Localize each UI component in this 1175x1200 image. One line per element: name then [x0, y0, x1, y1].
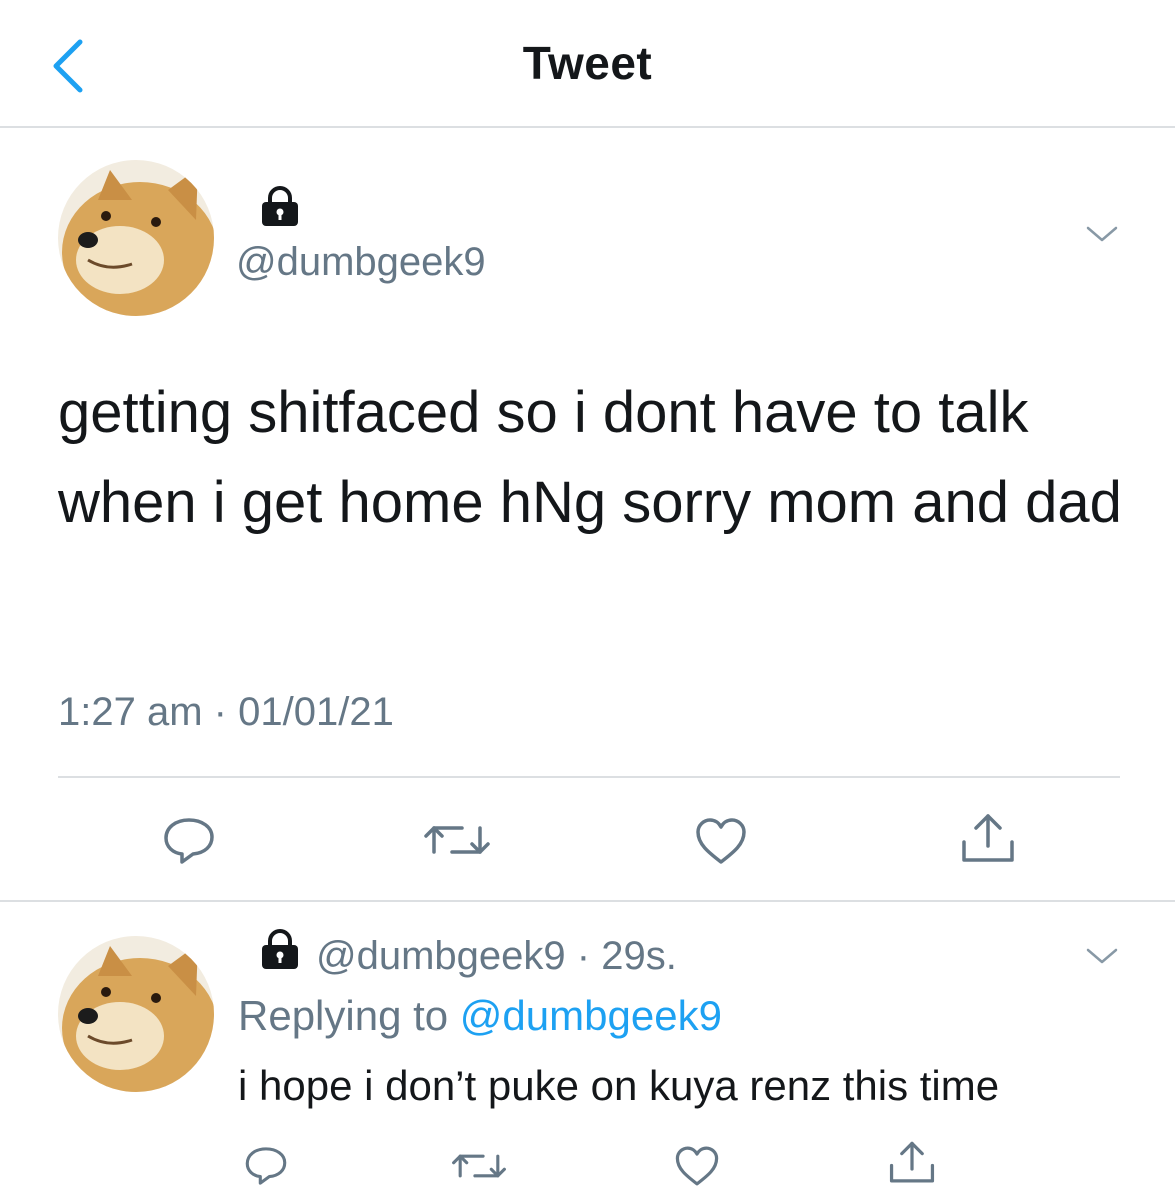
replying-to-label: Replying to	[238, 992, 449, 1039]
tweet-timestamp: 1:27 am · 01/01/21	[58, 690, 394, 735]
retweet-icon	[452, 1154, 506, 1178]
like-icon	[675, 1146, 719, 1186]
share-button[interactable]	[888, 1140, 936, 1191]
meta-separator: ·	[576, 934, 591, 978]
reply-age: 29s.	[601, 934, 677, 978]
tweet-options-button[interactable]	[1084, 944, 1120, 973]
like-button[interactable]	[674, 1144, 720, 1193]
replying-to-mention-link[interactable]: @dumbgeek9	[460, 992, 722, 1039]
doge-avatar-image	[58, 160, 214, 316]
avatar[interactable]	[58, 160, 214, 316]
page-title: Tweet	[522, 37, 653, 89]
tweet-options-button[interactable]	[1084, 222, 1120, 251]
share-icon	[889, 1141, 935, 1183]
tweet-time: 1:27 am	[58, 690, 203, 734]
avatar[interactable]	[58, 936, 214, 1092]
share-icon	[962, 814, 1014, 862]
divider	[58, 776, 1120, 778]
protected-account-lock-icon	[258, 929, 302, 979]
retweet-button[interactable]	[452, 1148, 506, 1189]
retweet-icon	[424, 826, 490, 854]
reply-author-line: @dumbgeek9 · 29s.	[258, 929, 677, 979]
reply-button[interactable]	[162, 816, 216, 871]
retweet-button[interactable]	[424, 818, 490, 867]
share-button[interactable]	[960, 812, 1016, 871]
reply-icon	[164, 818, 214, 864]
like-button[interactable]	[694, 816, 748, 871]
reply-button[interactable]	[244, 1144, 288, 1193]
reply-icon	[245, 1147, 287, 1185]
chevron-down-icon	[1086, 948, 1118, 964]
doge-avatar-image	[58, 936, 214, 1092]
tweet-date: 01/01/21	[238, 690, 394, 734]
like-icon	[696, 818, 746, 864]
replying-to-line: Replying to @dumbgeek9	[238, 992, 722, 1040]
divider	[0, 900, 1175, 902]
meta-separator: ·	[213, 690, 227, 734]
tweet-text: getting shitfaced so i dont have to talk…	[58, 380, 1122, 535]
protected-account-lock-icon	[258, 186, 302, 231]
reply-author-handle[interactable]: @dumbgeek9	[316, 934, 566, 978]
top-navigation-bar: Tweet	[0, 0, 1175, 128]
reply-text: i hope i don’t puke on kuya renz this ti…	[238, 1062, 1000, 1109]
author-handle[interactable]: @dumbgeek9	[236, 240, 486, 285]
chevron-down-icon	[1086, 226, 1118, 242]
